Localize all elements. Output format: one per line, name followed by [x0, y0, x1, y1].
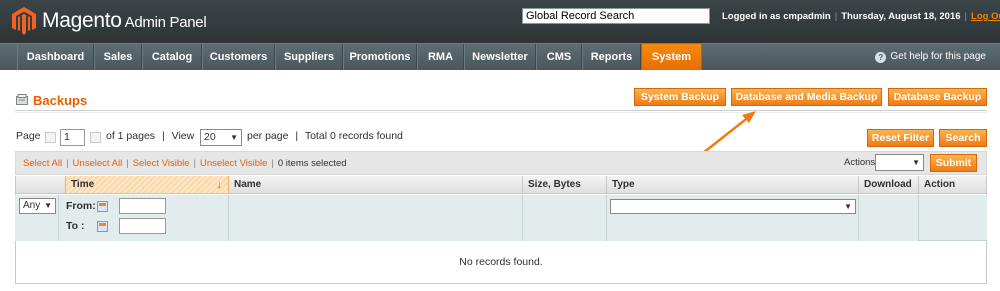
sort-down-arrow-icon: ↓ [216, 179, 223, 191]
next-page-icon[interactable] [90, 132, 101, 143]
unselect-all-link[interactable]: Unselect All [73, 158, 123, 169]
column-header-download: Download [859, 176, 919, 194]
actions-select[interactable]: ▼ [875, 154, 924, 171]
column-header-time[interactable]: Time ↓ [65, 176, 229, 194]
massaction-bar: Select All | Unselect All | Select Visible | U… [15, 151, 987, 175]
unselect-visible-link[interactable]: Unselect Visible [200, 158, 267, 169]
column-header-size[interactable]: Size, Bytes [523, 176, 607, 194]
main-nav: Dashboard Sales Catalog Customers Suppli… [0, 43, 1000, 70]
pager-of-pages: of 1 pages | View [106, 130, 195, 142]
no-records-message: No records found. [459, 256, 543, 268]
pager-text: Page [16, 130, 41, 142]
database-media-backup-button[interactable]: Database and Media Backup [731, 88, 882, 106]
reset-filter-button[interactable]: Reset Filter [867, 129, 934, 147]
pager-per-page: per page | Total 0 records found [247, 130, 403, 142]
per-page-select[interactable]: 20 ▼ [200, 129, 242, 146]
calendar-to-icon[interactable] [97, 221, 108, 232]
nav-cms[interactable]: CMS [536, 44, 582, 70]
filter-cell-size [523, 195, 607, 241]
nav-rma[interactable]: RMA [417, 44, 464, 70]
column-header-type[interactable]: Type [607, 176, 859, 194]
calendar-from-icon[interactable] [97, 201, 108, 212]
column-header-checkbox [16, 176, 66, 194]
page-title: Backups [33, 93, 88, 108]
nav-promotions[interactable]: Promotions [343, 44, 417, 70]
selected-count: 0 items selected [277, 158, 347, 169]
app-logo-text[interactable]: Magento Admin Panel [42, 9, 207, 33]
app-header: Magento Admin Panel Global Record Search … [0, 0, 1000, 43]
filter-cell-name [229, 195, 523, 241]
nav-customers[interactable]: Customers [202, 44, 275, 70]
magento-logo-icon[interactable] [12, 7, 36, 35]
backups-icon [16, 94, 28, 105]
nav-system[interactable]: System [641, 44, 702, 70]
user-info-bar: Logged in as cmpadmin | Thursday, August 1… [722, 11, 1000, 22]
title-divider [15, 110, 987, 113]
date-to-input[interactable] [119, 218, 166, 234]
column-header-action: Action [919, 176, 987, 194]
to-label: To : [66, 220, 85, 232]
nav-catalog[interactable]: Catalog [142, 44, 202, 70]
any-select[interactable]: Any ▼ [19, 198, 56, 214]
help-icon: ? [875, 52, 887, 63]
global-search-input[interactable]: Global Record Search [522, 8, 710, 24]
nav-sales[interactable]: Sales [94, 44, 142, 70]
submit-button[interactable]: Submit [930, 154, 977, 172]
date-text: Thursday, August 18, 2016 [841, 11, 961, 22]
database-backup-button[interactable]: Database Backup [888, 88, 987, 106]
system-backup-button[interactable]: System Backup [634, 88, 726, 106]
actions-label: Actions [844, 157, 876, 168]
type-filter-select[interactable]: ▼ [610, 199, 856, 214]
previous-page-icon[interactable] [45, 132, 56, 143]
from-label: From: [66, 200, 96, 212]
date-from-input[interactable] [119, 198, 166, 214]
logout-link[interactable]: Log Out [971, 11, 1000, 22]
filter-cell-download [859, 195, 919, 241]
page-number-input[interactable]: 1 [60, 129, 85, 146]
logged-in-text: Logged in as cmpadmin [722, 11, 831, 22]
nav-newsletter[interactable]: Newsletter [464, 44, 536, 70]
select-all-link[interactable]: Select All [23, 158, 62, 169]
nav-reports[interactable]: Reports [582, 44, 641, 70]
search-button[interactable]: Search [939, 129, 987, 147]
nav-suppliers[interactable]: Suppliers [275, 44, 343, 70]
help-link[interactable]: ? Get help for this page [875, 44, 986, 70]
column-header-name[interactable]: Name [229, 176, 523, 194]
nav-dashboard[interactable]: Dashboard [17, 44, 94, 70]
select-visible-link[interactable]: Select Visible [133, 158, 190, 169]
